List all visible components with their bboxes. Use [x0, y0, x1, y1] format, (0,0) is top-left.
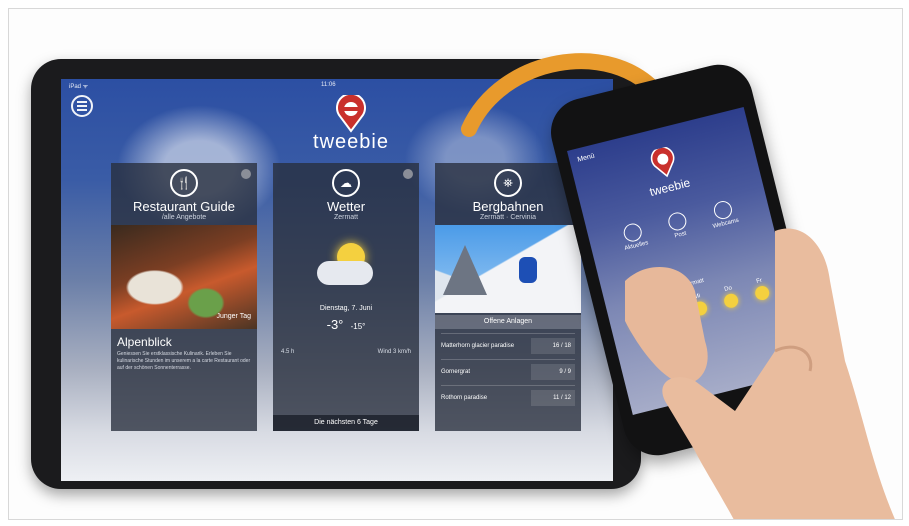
lifts-subtitle: Zermatt · Cervinia	[479, 214, 536, 221]
temp-low: -3°	[326, 317, 344, 332]
feature-title: Alpenblick	[117, 335, 172, 349]
weather-temperature: -3° -15°	[273, 317, 419, 332]
lift-name: Matterhorn glacier paradise	[441, 343, 515, 349]
lift-row[interactable]: Gornergrat 9 / 9	[441, 359, 575, 384]
lift-name: Gornergrat	[441, 369, 471, 375]
ski-photo	[435, 225, 581, 313]
weather-icon: ☁	[332, 169, 360, 197]
restaurant-card[interactable]: 🍴 Restaurant Guide /alle Angebote Junger…	[111, 163, 257, 431]
cable-car-icon: ⛯	[494, 169, 522, 197]
open-lifts-label: Offene Anlagen	[435, 315, 581, 329]
info-icon[interactable]	[403, 169, 413, 179]
info-icon[interactable]	[241, 169, 251, 179]
lift-count: 16 / 18	[531, 338, 575, 354]
brand-name: tweebie	[313, 131, 389, 153]
weather-subtitle: Zermatt	[333, 214, 359, 221]
image-frame: iPad ᯤ 11:06 tweebie 🍴 Restaurant Guide …	[8, 8, 903, 520]
weather-stat: 4.5 h	[281, 349, 295, 355]
restaurant-title: Restaurant Guide	[133, 199, 235, 214]
lifts-title: Bergbahnen	[472, 199, 544, 214]
weather-date: Dienstag, 7. Juni	[319, 305, 373, 312]
feature-text: Geniessen Sie erstklassische Kulinarik. …	[117, 351, 251, 371]
logo-pin-icon	[650, 146, 675, 178]
weather-card[interactable]: ☁ Wetter Zermatt Dienstag, 7. Juni -3° -…	[273, 163, 419, 431]
lift-row[interactable]: Rothorn paradise 11 / 12	[441, 385, 575, 410]
clock-label: 11:06	[321, 82, 336, 88]
lift-name: Rothorn paradise	[441, 395, 488, 401]
forecast-link[interactable]: Die nächsten 6 Tage	[273, 415, 419, 431]
sun-cloud-icon	[317, 243, 377, 293]
phone-logo: tweebie	[636, 142, 696, 200]
app-logo: tweebie	[301, 92, 401, 154]
restaurant-subtitle: /alle Angebote	[161, 214, 207, 221]
photo-caption: Junger Tag	[216, 313, 251, 320]
carrier-label: iPad ᯤ	[69, 84, 89, 90]
phone-brand: tweebie	[648, 175, 692, 200]
skier	[519, 257, 537, 283]
hand-illustration	[625, 228, 895, 519]
lift-row[interactable]: Matterhorn glacier paradise 16 / 18	[441, 333, 575, 358]
weather-stats: 4.5 h Wind 3 km/h	[281, 349, 411, 355]
weather-stat: Wind 3 km/h	[377, 349, 411, 355]
lifts-card[interactable]: ⛯ Bergbahnen Zermatt · Cervinia Offene A…	[435, 163, 581, 431]
menu-button[interactable]	[71, 95, 93, 117]
lift-count: 9 / 9	[531, 364, 575, 380]
matterhorn-peak	[443, 245, 487, 295]
temp-high: -15°	[350, 322, 366, 331]
cutlery-icon: 🍴	[170, 169, 198, 197]
phone-menu-button[interactable]: Menü	[577, 153, 596, 164]
weather-title: Wetter	[326, 199, 366, 214]
lift-count: 11 / 12	[531, 390, 575, 406]
logo-pin-icon	[335, 92, 367, 133]
